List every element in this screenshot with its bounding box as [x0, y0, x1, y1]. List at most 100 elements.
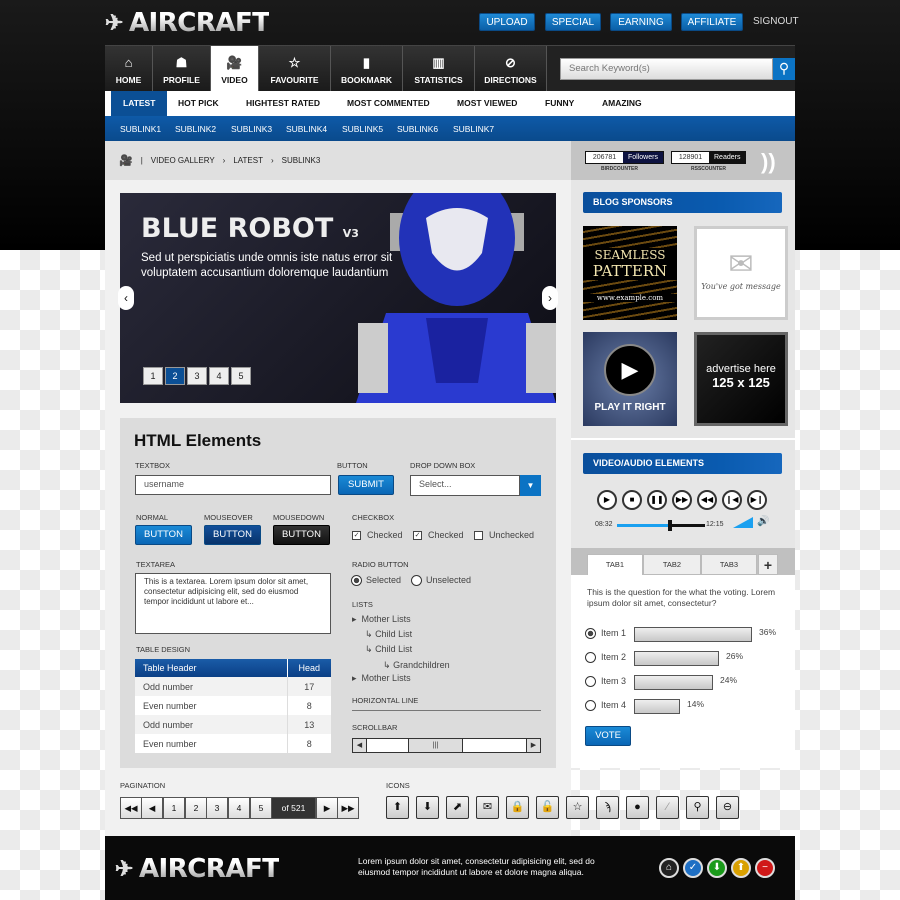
sublink-3[interactable]: SUBLINK3 — [231, 116, 272, 143]
normal-button[interactable]: BUTTON — [135, 525, 192, 545]
vote-button[interactable]: VOTE — [585, 726, 631, 746]
upload-button[interactable]: UPLOAD — [479, 13, 535, 31]
brand-logo[interactable]: ✈ AIRCRAFT — [105, 8, 270, 38]
ad-message[interactable]: ✉ You've got message — [694, 226, 788, 320]
readers-counter[interactable]: 128901 Readers — [671, 151, 747, 164]
earning-button[interactable]: EARNING — [610, 13, 672, 31]
sublink-2[interactable]: SUBLINK2 — [175, 116, 216, 143]
page-button[interactable]: 2 — [185, 797, 207, 819]
slider-prev-arrow[interactable]: ‹ — [118, 286, 134, 310]
seek-bar[interactable] — [617, 520, 705, 531]
list-item[interactable]: ▸ Mother Lists — [352, 673, 411, 684]
ad-seamless-pattern[interactable]: SEAMLESS PATTERN www.example.com — [583, 226, 677, 320]
sublink-1[interactable]: SUBLINK1 — [120, 116, 161, 143]
arrow-up-icon[interactable]: ⬆ — [731, 858, 751, 878]
followers-counter[interactable]: 206781 Followers — [585, 151, 664, 164]
tab-favourite[interactable]: ☆ FAVOURITE — [259, 46, 331, 92]
list-item[interactable]: ↳ Child List — [365, 644, 412, 655]
checkbox-unchecked[interactable] — [474, 531, 483, 540]
subnav-most-viewed[interactable]: MOST VIEWED — [457, 91, 517, 116]
volume-slider[interactable] — [733, 517, 753, 528]
add-tab-button[interactable]: + — [758, 554, 778, 575]
list-item[interactable]: ↳ Grandchildren — [383, 660, 450, 671]
tab-1[interactable]: TAB1 — [587, 554, 643, 575]
mail-icon[interactable]: ✉ — [476, 796, 499, 819]
lock-icon[interactable]: 🔒 — [506, 796, 529, 819]
poll-radio[interactable] — [585, 700, 596, 711]
mouseover-button[interactable]: BUTTON — [204, 525, 261, 545]
tab-3[interactable]: TAB3 — [701, 554, 757, 575]
footer-logo[interactable]: ✈ AIRCRAFT — [115, 854, 280, 884]
ad-advertise-here[interactable]: advertise here 125 x 125 — [694, 332, 788, 426]
tab-video[interactable]: 🎥 VIDEO — [211, 46, 259, 92]
seek-thumb[interactable] — [667, 520, 672, 531]
last-page-icon[interactable]: ▶▶ — [337, 797, 359, 819]
tab-bookmark[interactable]: ▮ BOOKMARK — [331, 46, 403, 92]
scrollbar-thumb[interactable]: ||| — [408, 739, 463, 752]
radio-selected[interactable] — [351, 575, 362, 586]
scroll-left-icon[interactable]: ◀ — [353, 739, 367, 752]
slider-page[interactable]: 1 — [143, 367, 163, 385]
play-icon[interactable]: ▶ — [597, 490, 617, 510]
page-button[interactable]: 1 — [163, 797, 185, 819]
skip-forward-icon[interactable]: ▶❙ — [747, 490, 767, 510]
paperclip-icon[interactable]: ⁄ — [656, 796, 679, 819]
minus-circle-icon[interactable]: ⊖ — [716, 796, 739, 819]
table-header[interactable]: Table Header — [135, 659, 288, 677]
special-button[interactable]: SPECIAL — [545, 13, 601, 31]
subnav-most-commented[interactable]: MOST COMMENTED — [347, 91, 430, 116]
page-button[interactable]: 5 — [250, 797, 272, 819]
slider-page[interactable]: 3 — [187, 367, 207, 385]
comment-icon[interactable]: ● — [626, 796, 649, 819]
affiliate-button[interactable]: AFFILIATE — [681, 13, 743, 31]
arrow-diagonal-icon[interactable]: ⬈ — [446, 796, 469, 819]
select-dropdown[interactable]: Select... — [410, 475, 520, 496]
signout-link[interactable]: SIGNOUT — [753, 13, 799, 31]
list-item[interactable]: ▸ Mother Lists — [352, 614, 411, 625]
subnav-amazing[interactable]: AMAZING — [602, 91, 642, 116]
arrow-down-icon[interactable]: ⬇ — [707, 858, 727, 878]
poll-radio[interactable] — [585, 652, 596, 663]
skip-back-icon[interactable]: ❙◀ — [722, 490, 742, 510]
speaker-icon[interactable]: 🔊 — [757, 516, 769, 527]
poll-radio[interactable] — [585, 676, 596, 687]
prev-page-icon[interactable]: ◀ — [141, 797, 163, 819]
page-button[interactable]: 3 — [206, 797, 228, 819]
slider-page[interactable]: 5 — [231, 367, 251, 385]
tab-statistics[interactable]: ▥ STATISTICS — [403, 46, 475, 92]
radio-unselected[interactable] — [411, 575, 422, 586]
next-page-icon[interactable]: ▶ — [316, 797, 338, 819]
tab-2[interactable]: TAB2 — [643, 554, 701, 575]
checkbox-checked[interactable]: ✓ — [352, 531, 361, 540]
check-icon[interactable]: ✓ — [683, 858, 703, 878]
rewind-icon[interactable]: ◀◀ — [697, 490, 717, 510]
rss-icon[interactable]: )) — [761, 149, 776, 175]
sublink-4[interactable]: SUBLINK4 — [286, 116, 327, 143]
tab-directions[interactable]: ⊘ DIRECTIONS — [475, 46, 547, 92]
table-header[interactable]: Head — [287, 659, 331, 677]
subnav-latest[interactable]: LATEST — [111, 91, 168, 116]
tab-home[interactable]: ⌂ HOME — [105, 46, 153, 92]
checkbox-checked[interactable]: ✓ — [413, 531, 422, 540]
username-input[interactable]: username — [135, 475, 331, 495]
minus-icon[interactable]: − — [755, 858, 775, 878]
sublink-6[interactable]: SUBLINK6 — [397, 116, 438, 143]
textarea[interactable]: This is a textarea. Lorem ipsum dolor si… — [135, 573, 331, 634]
subnav-hot-pick[interactable]: HOT PICK — [178, 91, 219, 116]
stop-icon[interactable]: ■ — [622, 490, 642, 510]
submit-button[interactable]: SUBMIT — [338, 475, 394, 495]
page-button[interactable]: 4 — [228, 797, 250, 819]
fast-forward-icon[interactable]: ▶▶ — [672, 490, 692, 510]
unlock-icon[interactable]: 🔓 — [536, 796, 559, 819]
mousedown-button[interactable]: BUTTON — [273, 525, 330, 545]
chevron-down-icon[interactable]: ▼ — [520, 475, 541, 496]
star-icon[interactable]: ☆ — [566, 796, 589, 819]
subnav-highest-rated[interactable]: HIGHTEST RATED — [246, 91, 320, 116]
rss-icon[interactable]: ϡ — [596, 796, 619, 819]
arrow-up-icon[interactable]: ⬆ — [386, 796, 409, 819]
subnav-funny[interactable]: FUNNY — [545, 91, 574, 116]
slider-page[interactable]: 4 — [209, 367, 229, 385]
sublink-5[interactable]: SUBLINK5 — [342, 116, 383, 143]
search-icon[interactable]: ⚲ — [773, 58, 795, 80]
breadcrumb-item[interactable]: LATEST — [233, 156, 263, 165]
